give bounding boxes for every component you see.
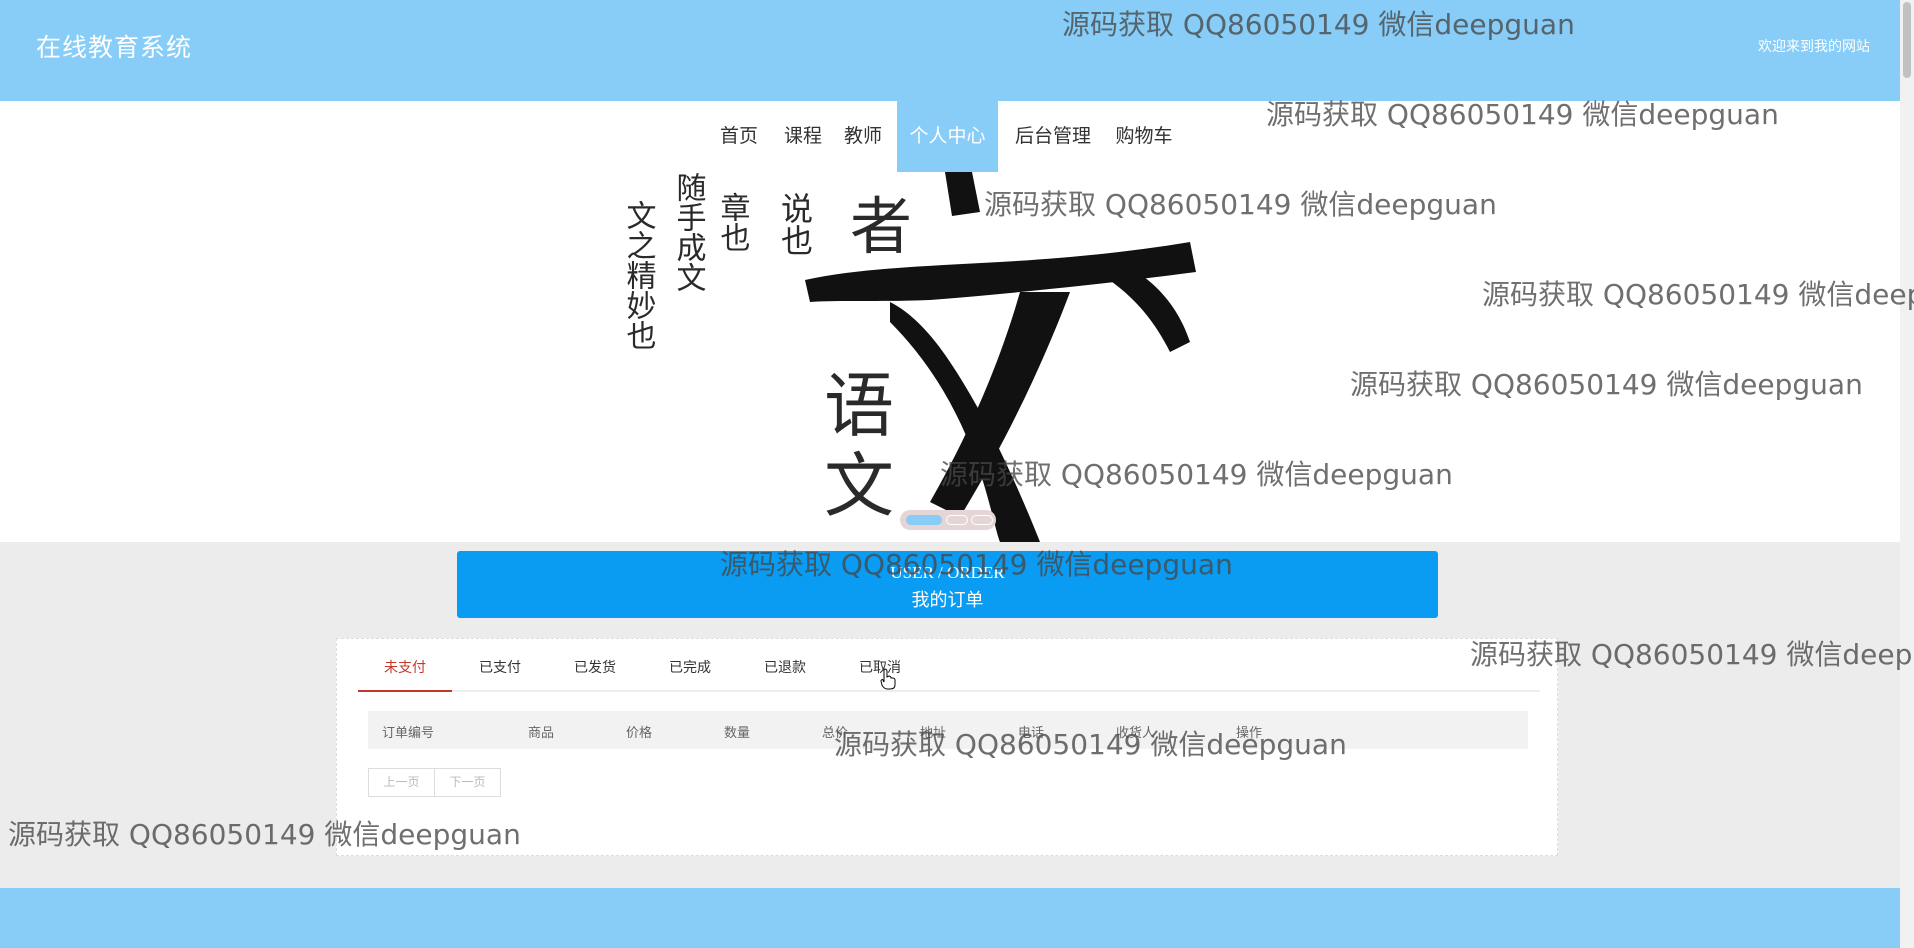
- banner-text-4: 说也: [776, 192, 814, 256]
- banner-text-5: 者: [850, 190, 912, 263]
- footer-bar: [0, 888, 1900, 948]
- banner-text-1: 文之精妙也: [621, 200, 657, 350]
- calligraphy-banner-image: 文之精妙也 随手成文 章也 说也 者 语 文: [621, 172, 1196, 542]
- column-recipient: 收货人: [1116, 726, 1156, 741]
- column-total: 总价: [822, 726, 849, 741]
- banner-text-3: 章也: [715, 192, 751, 252]
- nav-personal-center[interactable]: 个人中心: [897, 101, 998, 172]
- tab-completed[interactable]: 已完成: [643, 657, 737, 692]
- prev-page-button[interactable]: 上一页: [368, 768, 435, 797]
- tab-shipped[interactable]: 已发货: [548, 657, 642, 692]
- column-actions: 操作: [1236, 726, 1263, 741]
- main-nav: 首页 课程 教师 个人中心 后台管理 购物车: [0, 101, 1900, 172]
- orders-panel: 未支付 已支付 已发货 已完成 已退款 已取消 订单编号 商品 价格 数量 总价…: [336, 638, 1558, 856]
- site-title[interactable]: 在线教育系统: [36, 28, 192, 64]
- banner-text-2: 随手成文: [671, 172, 706, 292]
- column-price: 价格: [626, 726, 653, 741]
- tab-unpaid[interactable]: 未支付: [358, 657, 452, 692]
- banner-text-7: 文: [824, 445, 894, 527]
- my-orders-header: USER / ORDER 我的订单: [457, 551, 1438, 618]
- banner-carousel: 文之精妙也 随手成文 章也 说也 者 语 文: [0, 172, 1900, 542]
- carousel-dot-1[interactable]: [906, 515, 942, 525]
- carousel-dot-2[interactable]: [946, 515, 968, 525]
- orders-title-en: USER / ORDER: [890, 563, 1005, 582]
- header-bar: 在线教育系统 欢迎来到我的网站: [0, 0, 1914, 101]
- nav-home[interactable]: 首页: [708, 101, 770, 172]
- carousel-dot-3[interactable]: [971, 515, 993, 525]
- column-address: 地址: [920, 726, 947, 741]
- vertical-scrollbar[interactable]: [1900, 0, 1914, 948]
- orders-title-cn: 我的订单: [911, 590, 984, 611]
- column-product: 商品: [528, 726, 555, 741]
- nav-cart[interactable]: 购物车: [1108, 101, 1180, 172]
- tab-refunded[interactable]: 已退款: [738, 657, 832, 692]
- hand-cursor-icon: [880, 668, 896, 690]
- banner-text-6: 语: [824, 365, 894, 447]
- nav-teachers[interactable]: 教师: [834, 101, 892, 172]
- carousel-indicators: [900, 510, 996, 530]
- scrollbar-thumb[interactable]: [1903, 2, 1911, 78]
- column-order-number: 订单编号: [382, 726, 435, 741]
- welcome-text: 欢迎来到我的网站: [1758, 39, 1870, 55]
- tab-paid[interactable]: 已支付: [453, 657, 547, 692]
- column-phone: 电话: [1018, 726, 1045, 741]
- nav-courses[interactable]: 课程: [774, 101, 832, 172]
- orders-table-header: 订单编号 商品 价格 数量 总价 地址 电话 收货人 操作: [368, 711, 1528, 749]
- nav-admin[interactable]: 后台管理: [1004, 101, 1102, 172]
- next-page-button[interactable]: 下一页: [434, 768, 501, 797]
- column-quantity: 数量: [724, 726, 751, 741]
